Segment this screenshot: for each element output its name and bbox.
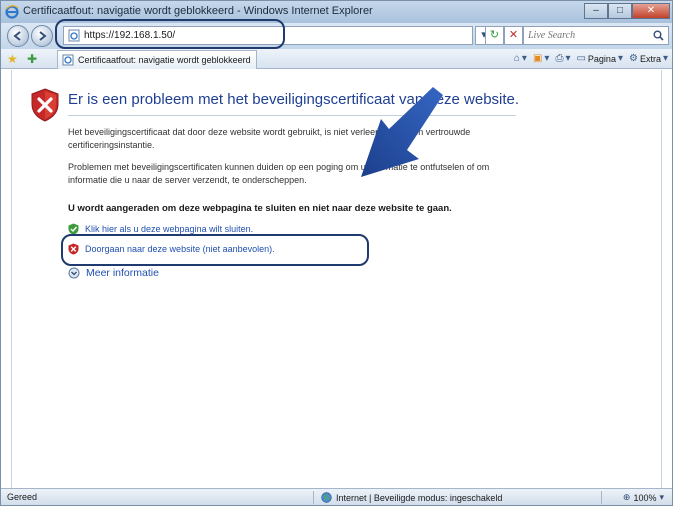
page-content: Er is een probleem met het beveiligingsc… [11,70,662,488]
add-favorites-icon[interactable]: ✚ [27,52,37,66]
recommendation-text: U wordt aangeraden om deze webpagina te … [68,203,452,214]
chevron-down-icon: ▾ [659,492,664,502]
expand-chevron-icon [68,267,80,279]
security-zone[interactable]: Internet | Beveiligde modus: ingeschakel… [321,492,502,503]
tab-label: Certificaatfout: navigatie wordt geblokk… [78,55,251,65]
search-input[interactable] [528,28,648,43]
maximize-button[interactable]: □ [608,3,632,19]
tab-certificate-error[interactable]: Certificaatfout: navigatie wordt geblokk… [57,50,257,69]
zoom-icon: ⊕ [622,492,631,502]
home-icon: ⌂ [513,53,520,64]
print-icon: ⎙ [555,53,564,64]
error-heading: Er is een probleem met het beveiligingsc… [68,91,520,108]
forward-arrow-icon [39,31,47,41]
globe-icon [321,492,332,503]
tools-menu-label: Extra [639,53,661,64]
window-controls: – □ ✕ [584,3,670,19]
stop-button[interactable]: ✕ [504,26,523,45]
status-divider [313,491,314,504]
continue-link-label: Doorgaan naar deze website (niet aanbevo… [85,244,275,254]
zoom-level: 100% [633,492,657,503]
minimize-button[interactable]: – [584,3,608,19]
continue-to-website-link[interactable]: Doorgaan naar deze website (niet aanbevo… [68,243,275,255]
search-icon[interactable] [653,30,664,41]
risk-explanation: Problemen met beveiligingscertificaten k… [68,162,490,185]
heading-divider [68,115,516,116]
close-page-link[interactable]: Klik hier als u deze webpagina wilt slui… [68,223,253,235]
chevron-down-icon: ▾ [662,53,668,64]
chevron-down-icon: ▾ [521,53,527,64]
close-page-link-label: Klik hier als u deze webpagina wilt slui… [85,224,254,234]
refresh-icon: ↻ [489,29,500,41]
address-bar[interactable] [63,26,473,45]
title-bar: Certificaatfout: navigatie wordt geblokk… [1,1,672,23]
zoom-control[interactable]: ⊕ 100% ▾ [623,492,664,503]
status-divider [601,491,602,504]
chevron-down-icon: ▾ [565,53,571,64]
tools-icon: ⚙ [628,53,638,64]
refresh-button[interactable]: ↻ [485,26,504,45]
more-info-label: Meer informatie [86,267,159,279]
url-input[interactable] [84,28,464,43]
command-bar: ⌂ ▾ ▣ ▾ ⎙ ▾ ▭ Pagina ▾ ⚙ Extra ▾ [514,53,668,64]
feeds-button[interactable]: ▣ ▾ [533,53,549,64]
window-title: Certificaatfout: navigatie wordt geblokk… [23,5,373,17]
browser-window: Certificaatfout: navigatie wordt geblokk… [0,0,673,506]
error-shield-icon [31,88,59,122]
page-icon [68,29,80,42]
status-text: Gereed [7,492,38,502]
stop-icon: ✕ [508,29,519,41]
chevron-down-icon: ▾ [544,53,550,64]
close-window-button[interactable]: ✕ [632,3,670,19]
tab-toolbar: ★ ✚ Certificaatfout: navigatie wordt geb… [1,49,672,69]
tools-menu-button[interactable]: ⚙ Extra ▾ [629,53,668,64]
page-icon: ▭ [576,53,586,64]
certificate-explanation: Het beveiligingscertificaat dat door dez… [68,127,471,150]
print-button[interactable]: ⎙ ▾ [555,53,570,64]
page-icon [62,54,74,66]
chevron-down-icon: ▾ [617,53,623,64]
forward-button[interactable] [31,25,53,47]
status-bar: Gereed Internet | Beveiligde modus: inge… [1,488,672,505]
address-toolbar: ▾ ↻ ✕ [1,23,672,49]
home-button[interactable]: ⌂ ▾ [514,53,527,64]
search-box[interactable] [523,26,669,45]
favorites-star-icon[interactable]: ★ [7,52,18,66]
ie-logo-icon [5,5,19,19]
security-zone-label: Internet | Beveiligde modus: ingeschakel… [336,492,503,503]
more-information-link[interactable]: Meer informatie [68,267,159,279]
back-button[interactable] [7,25,29,47]
green-shield-icon [68,223,79,235]
back-arrow-icon [13,31,21,41]
red-shield-icon [68,243,79,255]
page-menu-label: Pagina [587,53,616,64]
feeds-icon: ▣ [532,53,543,64]
page-menu-button[interactable]: ▭ Pagina ▾ [576,53,623,64]
